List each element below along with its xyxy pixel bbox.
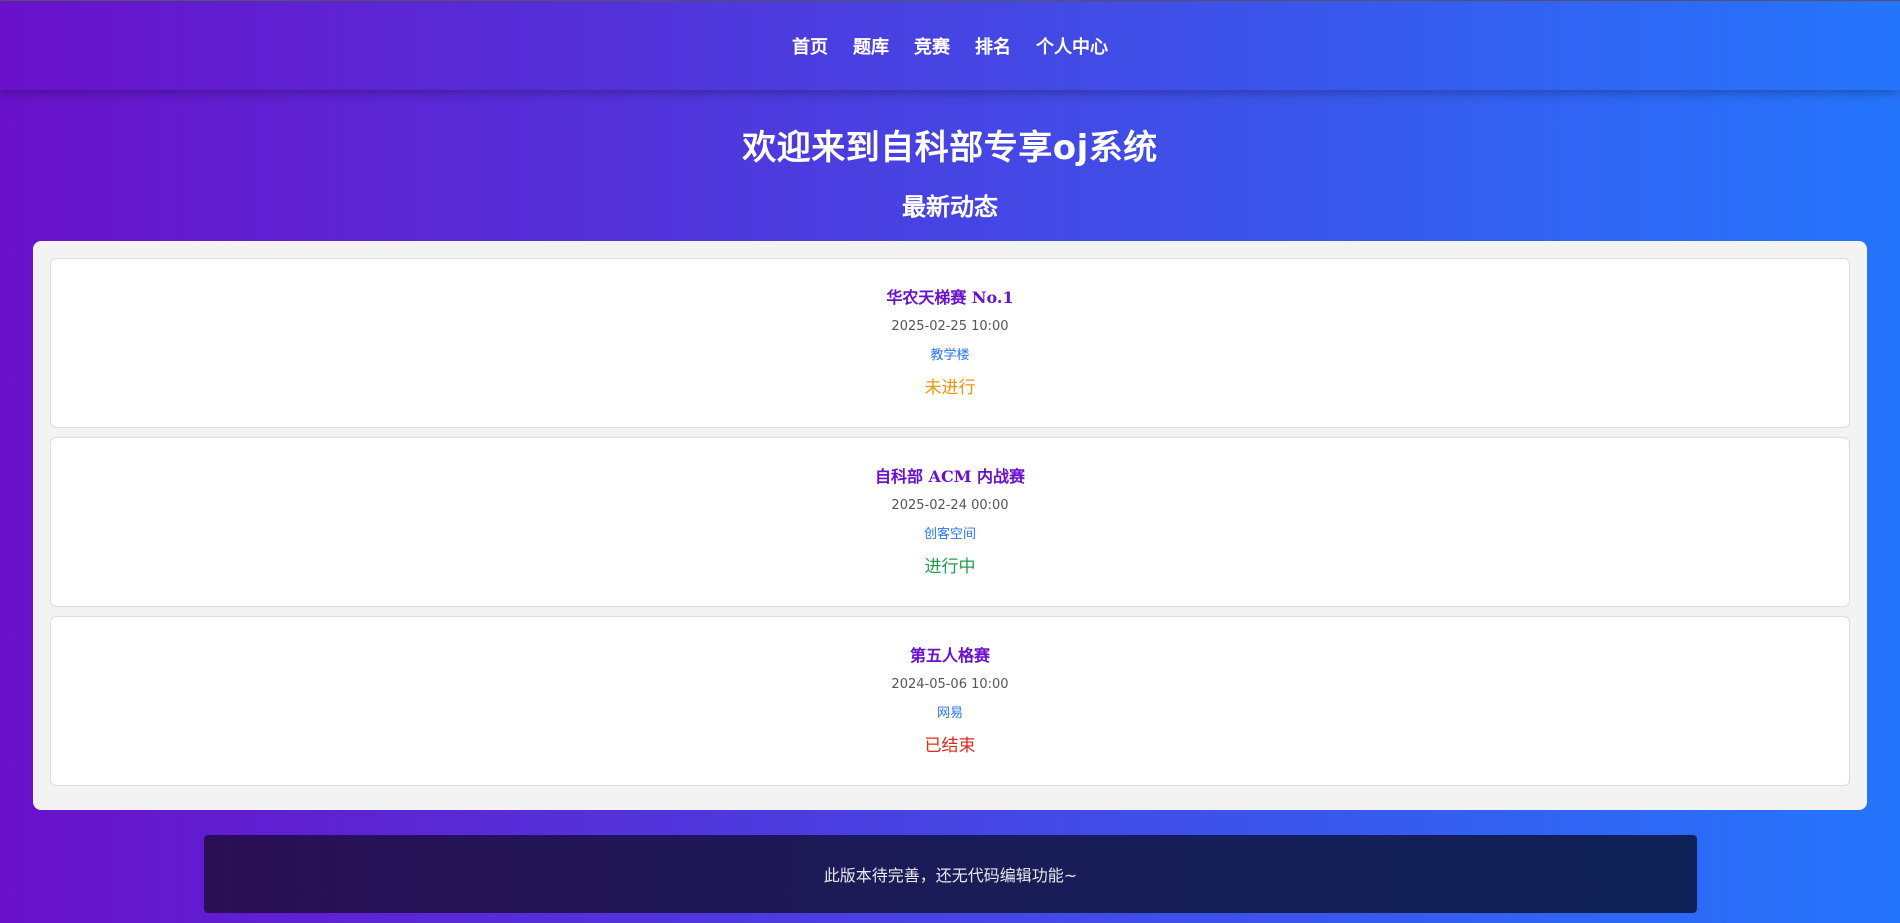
footer-notice: 此版本待完善，还无代码编辑功能~ [204,835,1697,913]
contest-title[interactable]: 第五人格赛 [910,645,990,667]
nav-problem-bank[interactable]: 题库 [853,29,889,63]
top-navbar: 首页 题库 竞赛 排名 个人中心 [0,0,1900,90]
main-nav: 首页 题库 竞赛 排名 个人中心 [0,1,1900,91]
contest-status: 已结束 [924,735,976,756]
nav-home[interactable]: 首页 [792,29,828,63]
contest-status: 未进行 [924,377,976,398]
contest-card[interactable]: 自科部 ACM 内战赛 2025-02-24 00:00 创客空间 进行中 [50,437,1850,607]
contest-date: 2025-02-24 00:00 [891,497,1009,513]
nav-personal-center[interactable]: 个人中心 [1036,29,1108,63]
contest-title[interactable]: 华农天梯赛 No.1 [886,287,1013,309]
contest-card[interactable]: 第五人格赛 2024-05-06 10:00 网易 已结束 [50,616,1850,786]
contest-date: 2025-02-25 10:00 [891,318,1009,334]
footer-text: 此版本待完善，还无代码编辑功能~ [823,866,1078,885]
nav-rankings[interactable]: 排名 [975,29,1011,63]
contest-place: 创客空间 [923,526,976,542]
contest-card[interactable]: 华农天梯赛 No.1 2025-02-25 10:00 教学楼 未进行 [50,258,1850,428]
contest-title[interactable]: 自科部 ACM 内战赛 [875,466,1025,488]
news-panel: 华农天梯赛 No.1 2025-02-25 10:00 教学楼 未进行 自科部 … [33,241,1867,810]
contest-place: 网易 [936,705,963,721]
contest-status: 进行中 [924,556,976,577]
section-title: 最新动态 [902,193,998,221]
contest-place: 教学楼 [930,347,970,363]
nav-contests[interactable]: 竞赛 [914,29,950,63]
welcome-title: 欢迎来到自科部专享oj系统 [742,128,1158,168]
contest-date: 2024-05-06 10:00 [891,676,1009,692]
